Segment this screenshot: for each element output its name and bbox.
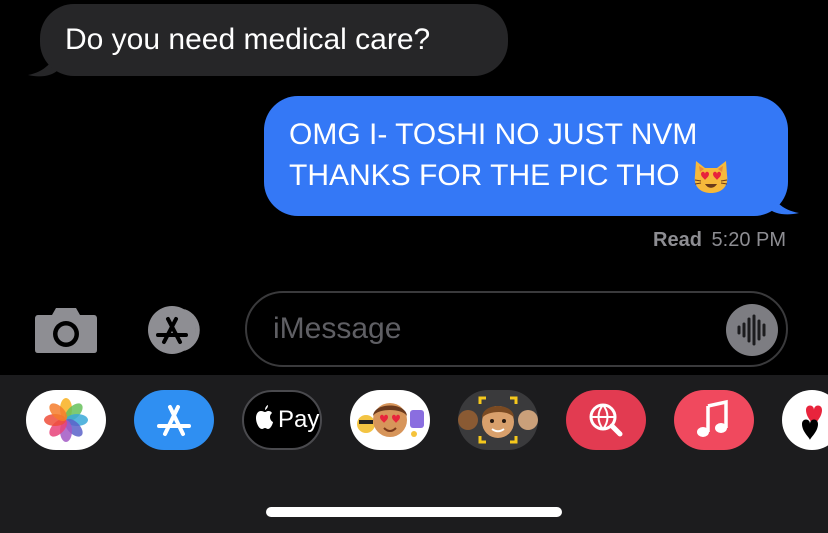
audio-message-button[interactable] [726,304,778,356]
app-apple-pay[interactable]: Pay [242,390,322,450]
app-photos[interactable] [26,390,106,450]
read-label: Read [653,229,702,251]
app-memoji-stickers[interactable] [350,390,430,450]
outgoing-message-line-1: OMG I- TOSHI NO JUST NVM [289,118,698,151]
camera-button[interactable] [34,307,98,354]
outgoing-message-bubble[interactable]: OMG I- TOSHI NO JUST NVM THANKS FOR THE … [264,96,788,216]
music-icon [697,399,728,437]
outgoing-message-line-2: THANKS FOR THE PIC THO [289,159,680,192]
app-memoji-camera[interactable] [458,390,538,450]
memoji-camera-icon [458,396,538,444]
app-images-search[interactable] [566,390,646,450]
apps-icon [148,306,200,354]
memoji-stickers-icon [357,403,424,437]
app-music[interactable] [674,390,754,450]
digital-touch-icon [802,405,822,440]
read-time: 5:20 PM [711,229,786,251]
camera-icon [35,308,97,353]
incoming-message-bubble[interactable]: Do you need medical care? [40,4,508,76]
heart-eyes-cat-emoji-icon [694,160,727,193]
incoming-message-text: Do you need medical care? [65,23,431,56]
imessage-placeholder: iMessage [273,312,402,345]
read-receipt: Read 5:20 PM [653,229,786,252]
app-digital-touch[interactable] [782,390,828,450]
app-drawer: Pay [0,375,828,533]
imessage-input[interactable]: iMessage [245,291,788,367]
app-app-store[interactable] [134,390,214,450]
photos-icon [44,398,88,442]
app-store-apps-button[interactable] [140,305,212,355]
apple-pay-label: Pay [278,406,320,433]
waveform-icon [737,314,766,346]
images-search-icon [589,403,623,437]
app-store-icon [157,405,191,436]
home-indicator[interactable] [266,507,562,517]
